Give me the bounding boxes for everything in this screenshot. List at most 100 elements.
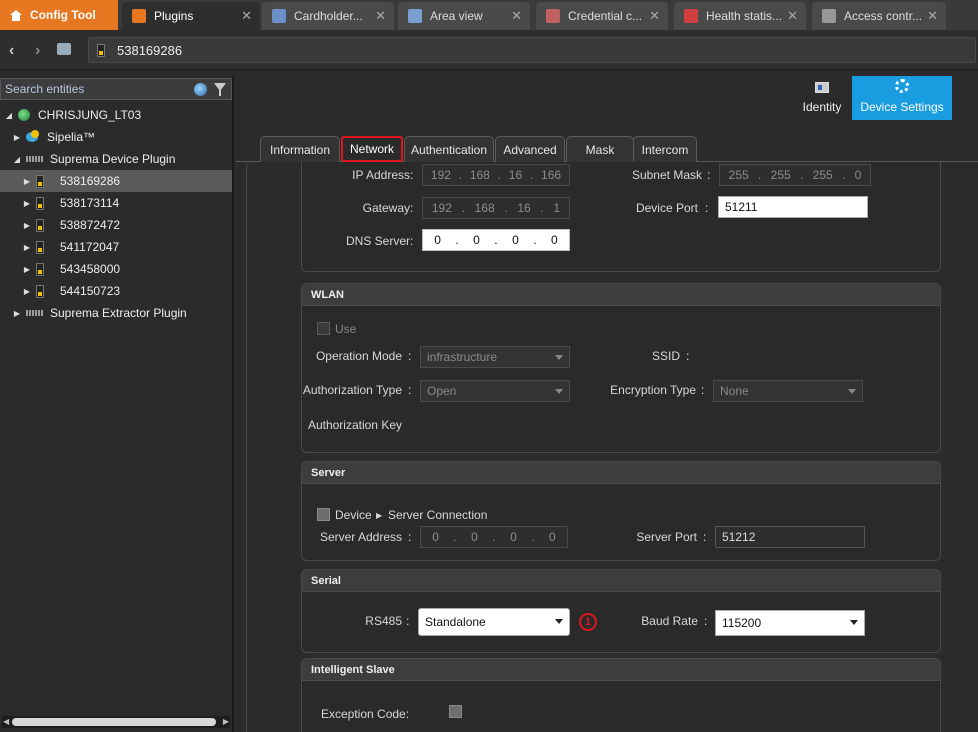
tab-advanced[interactable]: Advanced <box>495 136 565 162</box>
close-icon[interactable]: ✕ <box>375 8 386 24</box>
expand-icon[interactable]: ▶ <box>22 287 32 296</box>
close-icon[interactable]: ✕ <box>511 8 522 24</box>
main-area: Identity Device Settings Information Net… <box>236 76 978 732</box>
serial-section: Serial RS485 : Standalone 1 Baud Rate : … <box>301 569 941 653</box>
wlan-header: WLAN <box>302 284 940 306</box>
device-icon <box>36 240 44 254</box>
wlan-use-label: Use <box>335 322 357 336</box>
device-icon <box>36 218 44 232</box>
scroll-right-icon[interactable]: ▶ <box>223 717 229 726</box>
collapse-icon[interactable]: ◢ <box>4 111 14 120</box>
expand-icon[interactable]: ▶ <box>22 177 32 186</box>
tree-item-device[interactable]: ▶ 538169286 <box>0 170 232 192</box>
tab-area-view[interactable]: Area view ✕ <box>398 2 530 30</box>
rs485-dropdown[interactable]: Standalone <box>418 608 570 636</box>
search-input[interactable] <box>5 82 185 96</box>
intelligent-slave-header: Intelligent Slave <box>302 659 940 681</box>
network-map-icon[interactable] <box>57 43 71 55</box>
access-control-icon <box>822 9 836 23</box>
tree-item-suprema-device-plugin[interactable]: ◢ Suprema Device Plugin <box>0 148 232 170</box>
ip-address-label: IP Address <box>352 168 410 182</box>
device-icon <box>36 196 44 210</box>
sipelia-icon <box>26 130 40 144</box>
dns-server-field[interactable]: 0. 0. 0. 0 <box>422 229 570 251</box>
tab-mask[interactable]: Mask <box>566 136 634 162</box>
operation-mode-dropdown[interactable]: infrastructure <box>420 346 570 368</box>
tab-credential[interactable]: Credential c... ✕ <box>536 2 668 30</box>
identity-card-icon <box>815 82 829 93</box>
back-icon[interactable]: ‹ <box>9 42 14 60</box>
globe-icon[interactable] <box>194 83 207 96</box>
close-icon[interactable]: ✕ <box>649 8 660 24</box>
tree-item-device[interactable]: ▶ 543458000 <box>0 258 232 280</box>
wlan-section: WLAN Use Operation Mode : infrastructure… <box>301 283 941 453</box>
close-icon[interactable]: ✕ <box>927 8 938 24</box>
subnet-mask-field[interactable]: 255. 255. 255. 0 <box>719 164 871 186</box>
expand-icon[interactable]: ▶ <box>22 243 32 252</box>
tab-network[interactable]: Network <box>341 136 403 162</box>
config-tool-tab[interactable]: Config Tool <box>0 0 118 30</box>
serial-header: Serial <box>302 570 940 592</box>
server-port-field[interactable]: 51212 <box>715 526 865 548</box>
tab-cardholder[interactable]: Cardholder... ✕ <box>262 2 394 30</box>
tab-bar: Config Tool Plugins ✕ Cardholder... ✕ Ar… <box>0 0 978 30</box>
ip-address-field[interactable]: 192. 168. 16. 166 <box>422 164 570 186</box>
close-icon[interactable]: ✕ <box>241 8 252 24</box>
horizontal-scrollbar[interactable]: ◀ ▶ <box>2 716 230 728</box>
tab-authentication[interactable]: Authentication <box>404 136 494 162</box>
chevron-down-icon <box>555 389 563 394</box>
tab-intercom[interactable]: Intercom <box>633 136 697 162</box>
chevron-down-icon <box>850 620 858 625</box>
device-port-field[interactable]: 51211 <box>718 196 868 218</box>
gear-icon <box>895 79 909 93</box>
tree-item-suprema-extractor-plugin[interactable]: ▶ Suprema Extractor Plugin <box>0 302 232 324</box>
expand-icon[interactable]: ▶ <box>22 199 32 208</box>
puzzle-icon <box>132 9 146 23</box>
device-port-label: Device Port <box>635 201 698 215</box>
device-icon <box>97 43 105 57</box>
scroll-left-icon[interactable]: ◀ <box>3 717 9 726</box>
scroll-thumb[interactable] <box>12 718 216 726</box>
expand-icon[interactable]: ▶ <box>22 221 32 230</box>
tab-plugins[interactable]: Plugins ✕ <box>122 2 260 30</box>
tree-item-device[interactable]: ▶ 544150723 <box>0 280 232 302</box>
identity-button[interactable]: Identity <box>790 76 854 120</box>
expand-icon[interactable]: ▶ <box>22 265 32 274</box>
expand-icon[interactable]: ▶ <box>12 133 22 142</box>
device-label: Device <box>335 508 372 522</box>
close-icon[interactable]: ✕ <box>787 8 798 24</box>
server-address-field[interactable]: 0. 0. 0. 0 <box>420 526 568 548</box>
tree-item-device[interactable]: ▶ 538872472 <box>0 214 232 236</box>
tree-item-sipelia[interactable]: ▶ Sipelia™ <box>0 126 232 148</box>
expand-icon[interactable]: ▶ <box>12 309 22 318</box>
plugin-icon <box>26 156 44 162</box>
chevron-down-icon <box>555 619 563 624</box>
chevron-down-icon <box>555 355 563 360</box>
server-connection-label: Server Connection <box>388 508 488 522</box>
tab-health-statistics[interactable]: Health statis... ✕ <box>674 2 806 30</box>
tree-item-device[interactable]: ▶ 541172047 <box>0 236 232 258</box>
server-header: Server <box>302 462 940 484</box>
authorization-type-dropdown[interactable]: Open <box>420 380 570 402</box>
collapse-icon[interactable]: ◢ <box>12 155 22 164</box>
filter-icon[interactable] <box>214 83 226 96</box>
device-settings-button[interactable]: Device Settings <box>852 76 952 120</box>
exception-code-checkbox[interactable] <box>449 705 462 718</box>
entity-tree: ◢ CHRISJUNG_LT03 ▶ Sipelia™ ◢ Suprema De… <box>0 104 232 324</box>
tab-access-control[interactable]: Access contr... ✕ <box>812 2 946 30</box>
gateway-field[interactable]: 192. 168. 16. 1 <box>422 197 570 219</box>
forward-icon[interactable]: › <box>35 42 40 60</box>
entity-tree-panel: ◢ CHRISJUNG_LT03 ▶ Sipelia™ ◢ Suprema De… <box>0 76 234 732</box>
baud-rate-dropdown[interactable]: 115200 <box>715 610 865 636</box>
address-field[interactable]: 538169286 <box>88 37 976 63</box>
tree-item-device[interactable]: ▶ 538173114 <box>0 192 232 214</box>
wlan-use-checkbox[interactable] <box>317 322 330 335</box>
server-connection-checkbox[interactable] <box>317 508 330 521</box>
encryption-type-dropdown[interactable]: None <box>713 380 863 402</box>
baud-rate-label: Baud Rate <box>641 614 698 628</box>
health-icon <box>684 9 698 23</box>
area-view-icon <box>408 9 422 23</box>
tab-information[interactable]: Information <box>260 136 340 162</box>
tree-item-root[interactable]: ◢ CHRISJUNG_LT03 <box>0 104 232 126</box>
plugin-icon <box>26 310 44 316</box>
